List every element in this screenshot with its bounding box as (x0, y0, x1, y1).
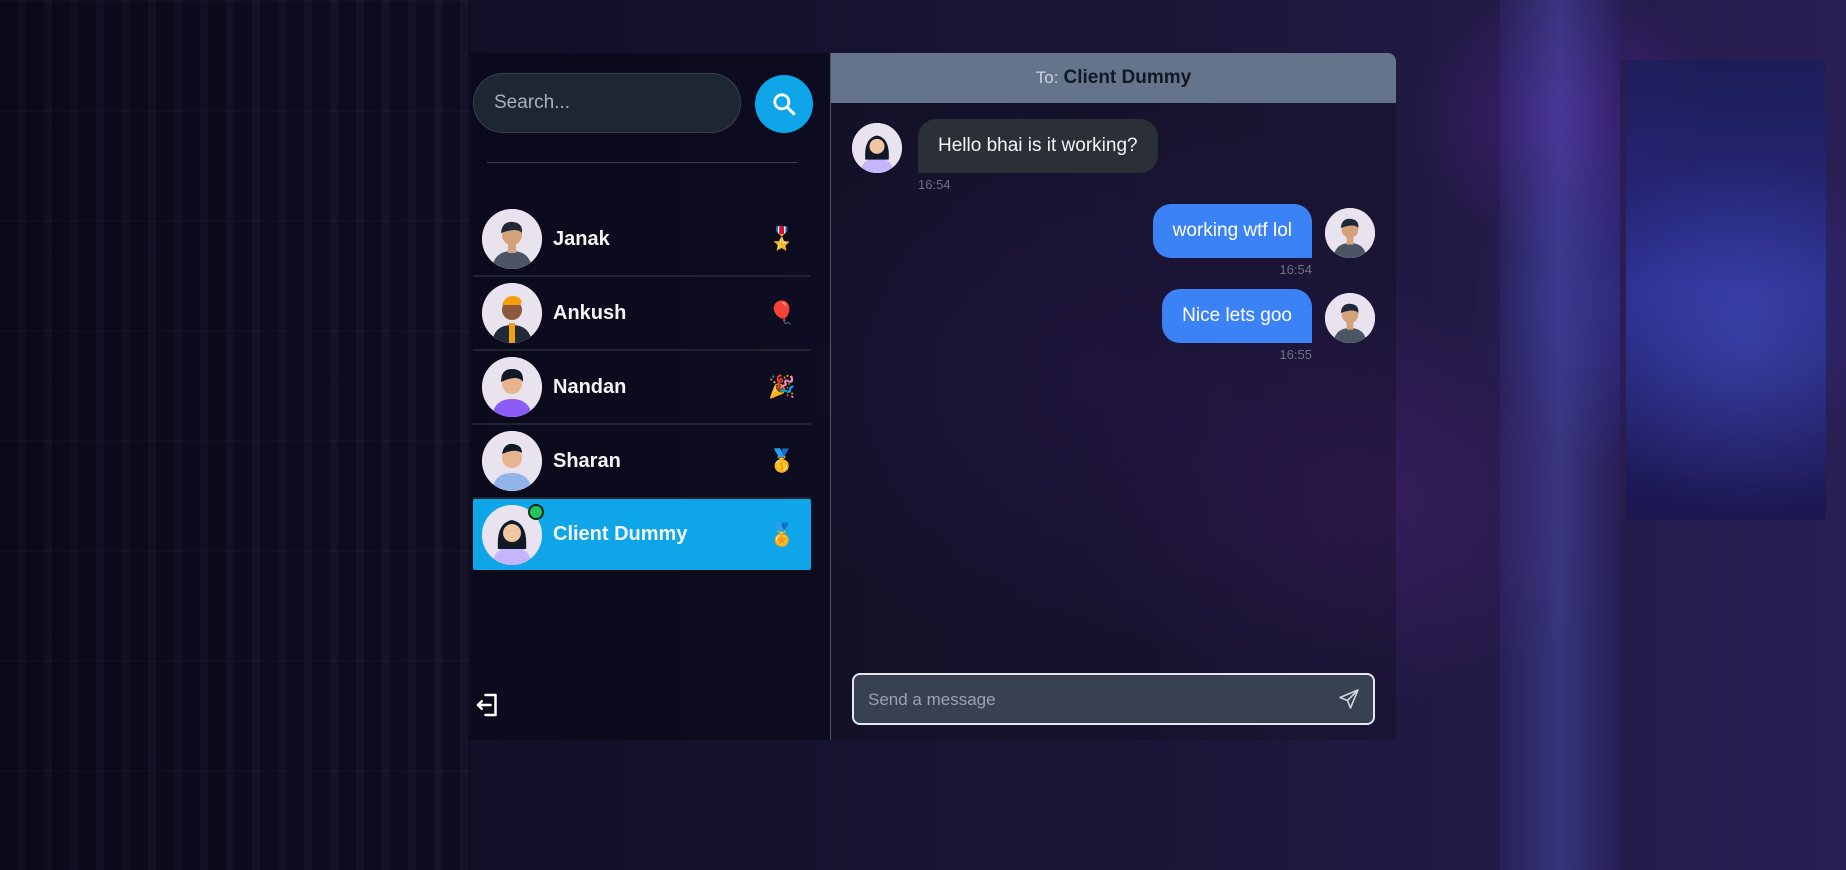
message-incoming: Hello bhai is it working? 16:54 (918, 119, 1158, 192)
contact-client-dummy[interactable]: Client Dummy 🏅 (473, 499, 811, 570)
contact-name: Sharan (553, 449, 621, 472)
self-avatar (1325, 293, 1375, 343)
background-curtain (1500, 0, 1620, 870)
avatar (482, 357, 542, 417)
background-bookshelf (0, 0, 470, 870)
badge-emoji: 🥇 (768, 448, 796, 473)
message-outgoing: working wtf lol 16:54 (1152, 204, 1312, 277)
self-avatar (1325, 208, 1375, 258)
logout-button[interactable] (473, 690, 503, 720)
sidebar-divider (487, 162, 797, 163)
message-bubble: working wtf lol (1152, 204, 1312, 258)
recipient-name: Client Dummy (1063, 67, 1192, 88)
contact-sharan[interactable]: Sharan 🥇 (473, 425, 811, 499)
message-time: 16:55 (1279, 347, 1312, 362)
contact-name: Client Dummy (553, 523, 688, 545)
message-time: 16:54 (1279, 262, 1312, 277)
message-composer (852, 673, 1375, 725)
avatar (482, 209, 542, 269)
to-label: To: (1035, 68, 1059, 87)
badge-emoji: 🎉 (768, 374, 796, 399)
avatar (482, 431, 542, 491)
contact-ankush[interactable]: Ankush 🎈 (473, 277, 811, 351)
contact-nandan[interactable]: Nandan 🎉 (473, 351, 811, 425)
chat-header: To: Client Dummy (831, 53, 1396, 103)
message-input[interactable] (866, 675, 1330, 725)
sender-avatar (852, 123, 902, 173)
send-icon (1339, 689, 1359, 709)
background-window (1620, 60, 1826, 520)
search-button[interactable] (755, 75, 813, 133)
avatar (482, 283, 542, 343)
contact-name: Janak (553, 227, 610, 250)
send-button[interactable] (1337, 687, 1361, 711)
search-bar (473, 73, 813, 133)
badge-emoji: 🎖️ (768, 226, 796, 251)
badge-emoji: 🏅 (768, 521, 796, 547)
contact-janak[interactable]: Janak 🎖️ (473, 203, 811, 277)
online-indicator (528, 504, 544, 520)
sidebar: Janak 🎖️ Ankush 🎈 Nandan 🎉 Sharan 🥇 (470, 53, 830, 740)
logout-icon (476, 693, 497, 717)
contact-name: Nandan (553, 375, 627, 398)
message-bubble: Nice lets goo (1162, 289, 1312, 343)
message-time: 16:54 (918, 177, 951, 192)
message-outgoing: Nice lets goo 16:55 (1162, 289, 1312, 362)
chat-panel: To: Client Dummy Hello bhai is it workin… (830, 53, 1396, 740)
search-icon (773, 93, 796, 116)
contact-list: Janak 🎖️ Ankush 🎈 Nandan 🎉 Sharan 🥇 Clie… (473, 203, 811, 570)
contact-name: Ankush (553, 301, 627, 324)
message-bubble: Hello bhai is it working? (918, 119, 1158, 173)
badge-emoji: 🎈 (768, 300, 796, 325)
search-input[interactable] (473, 73, 741, 133)
